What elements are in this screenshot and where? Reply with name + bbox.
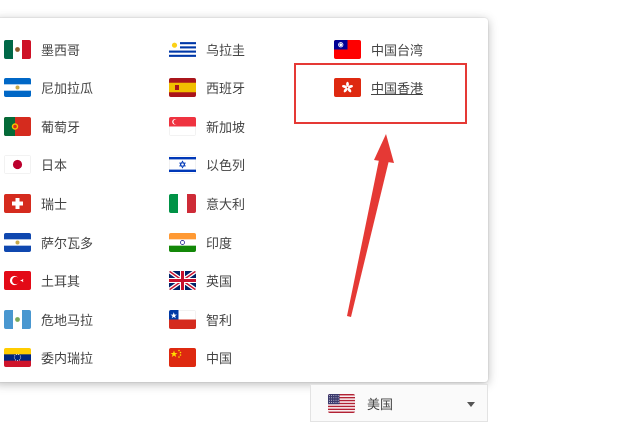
annotation-arrow-icon [347, 134, 394, 317]
usa-flag-icon [328, 393, 355, 413]
chevron-down-icon [467, 402, 475, 407]
country-select-value: 美国 [367, 397, 394, 413]
country-select[interactable]: 美国 [310, 384, 488, 422]
